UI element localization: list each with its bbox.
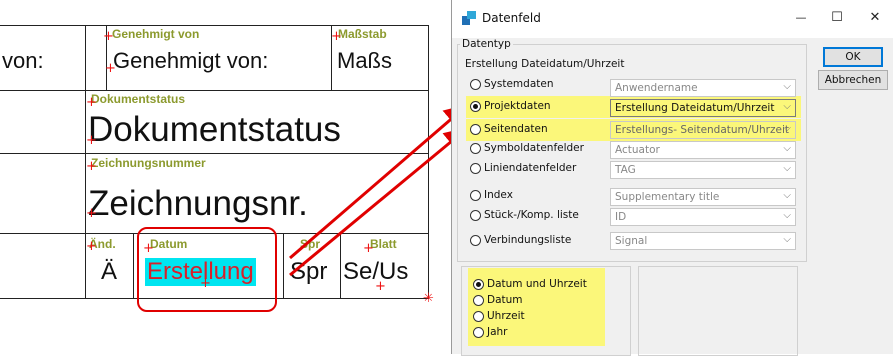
- radio-uhrzeit[interactable]: [473, 311, 484, 322]
- chevron-down-icon: ⌵: [783, 234, 791, 245]
- radio-seitendaten[interactable]: [470, 124, 481, 135]
- chevron-down-icon: ⌵: [783, 101, 791, 112]
- symboldatenfelder-combo[interactable]: Actuator ⌵: [610, 141, 796, 159]
- maximize-button[interactable]: ☐: [822, 8, 852, 28]
- systemdaten-combo[interactable]: Anwendername ⌵: [610, 79, 796, 97]
- chevron-down-icon: ⌵: [783, 123, 791, 134]
- format-preview-group: [638, 266, 798, 356]
- symboldatenfelder-label: Symboldatenfelder: [484, 142, 584, 154]
- datum-option-label: Datum: [487, 294, 523, 306]
- chevron-down-icon: ⌵: [783, 190, 791, 201]
- index-value: Supplementary title: [615, 191, 720, 203]
- index-label: Index: [484, 189, 513, 201]
- liniendatenfelder-combo[interactable]: TAG ⌵: [610, 161, 796, 179]
- seitendaten-value: Erstellungs- Seitendatum/Uhrzeit: [615, 124, 789, 136]
- index-combo[interactable]: Supplementary title ⌵: [610, 188, 796, 206]
- radio-projektdaten[interactable]: [470, 101, 481, 112]
- symboldatenfelder-value: Actuator: [615, 144, 660, 156]
- arrow-to-seitendaten: [289, 127, 469, 277]
- stueckliste-combo[interactable]: ID ⌵: [610, 208, 796, 226]
- radio-verbindungsliste[interactable]: [470, 235, 481, 246]
- arrow-to-projektdaten: [289, 104, 469, 260]
- jahr-label: Jahr: [487, 326, 508, 338]
- chevron-down-icon: ⌵: [783, 163, 791, 174]
- ok-button[interactable]: OK: [823, 47, 883, 67]
- subheading: Erstellung Dateidatum/Uhrzeit: [465, 58, 625, 70]
- projektdaten-combo[interactable]: Erstellung Dateidatum/Uhrzeit ⌵: [610, 99, 796, 117]
- stueckliste-label: Stück-/Komp. liste: [484, 209, 579, 221]
- projektdaten-value: Erstellung Dateidatum/Uhrzeit: [615, 102, 775, 114]
- app-icon: [462, 11, 476, 25]
- stueckliste-value: ID: [615, 211, 627, 223]
- chevron-down-icon: ⌵: [783, 143, 791, 154]
- radio-systemdaten[interactable]: [470, 79, 481, 90]
- dialog-title: Datenfeld: [482, 11, 541, 25]
- dialog-body: Datentyp Erstellung Dateidatum/Uhrzeit S…: [452, 38, 893, 356]
- liniendatenfelder-value: TAG: [615, 164, 636, 176]
- uhrzeit-label: Uhrzeit: [487, 310, 525, 322]
- seitendaten-combo[interactable]: Erstellungs- Seitendatum/Uhrzeit ⌵: [610, 121, 796, 139]
- projektdaten-label: Projektdaten: [484, 100, 551, 112]
- verbindungsliste-label: Verbindungsliste: [484, 234, 572, 246]
- radio-datum-und-uhrzeit[interactable]: [473, 279, 484, 290]
- cancel-button[interactable]: Abbrechen: [818, 70, 888, 90]
- radio-symboldatenfelder[interactable]: [470, 143, 481, 154]
- minimize-button[interactable]: —: [786, 8, 816, 28]
- radio-index[interactable]: [470, 190, 481, 201]
- chevron-down-icon: ⌵: [783, 81, 791, 92]
- title-bar: Datenfeld — ☐ ✕: [452, 0, 893, 38]
- datentyp-label: Datentyp: [460, 38, 513, 50]
- chevron-down-icon: ⌵: [783, 210, 791, 221]
- radio-datum[interactable]: [473, 295, 484, 306]
- systemdaten-label: Systemdaten: [484, 78, 554, 90]
- verbindungsliste-value: Signal: [615, 235, 648, 247]
- radio-stueckliste[interactable]: [470, 210, 481, 221]
- datum-und-uhrzeit-label: Datum und Uhrzeit: [487, 278, 587, 290]
- verbindungsliste-combo[interactable]: Signal ⌵: [610, 232, 796, 250]
- datenfeld-dialog: Datenfeld — ☐ ✕ Datentyp Erstellung Date…: [451, 0, 893, 356]
- liniendatenfelder-label: Liniendatenfelder: [484, 162, 577, 174]
- close-button[interactable]: ✕: [860, 8, 890, 28]
- systemdaten-value: Anwendername: [615, 82, 698, 94]
- radio-jahr[interactable]: [473, 327, 484, 338]
- seitendaten-label: Seitendaten: [484, 123, 548, 135]
- radio-liniendatenfelder[interactable]: [470, 163, 481, 174]
